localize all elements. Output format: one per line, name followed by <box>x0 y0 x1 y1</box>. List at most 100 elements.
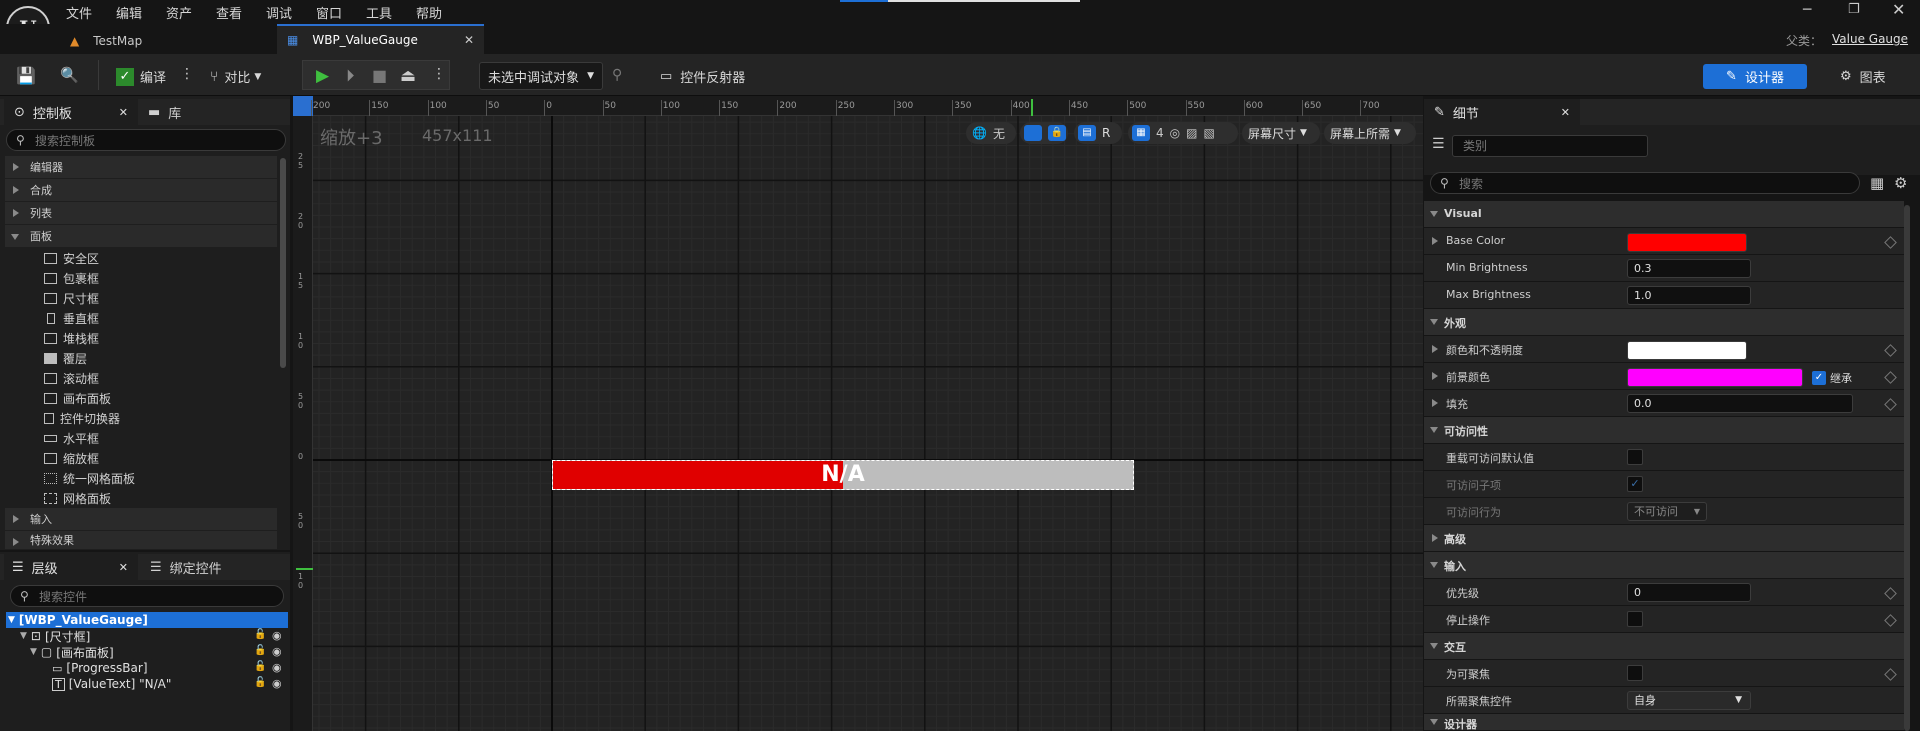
details-search-input[interactable]: ⚲ 搜索 <box>1430 172 1860 194</box>
menu-window[interactable]: 窗口 <box>316 3 342 22</box>
stop-icon[interactable]: ■ <box>372 66 387 85</box>
lock-icon[interactable]: 🔒 <box>1048 125 1066 141</box>
designer-viewport[interactable] <box>293 96 1423 731</box>
minimize-icon[interactable]: ─ <box>1803 2 1811 18</box>
palette-category[interactable]: 编辑器 <box>5 156 277 178</box>
lock-icon[interactable]: 🔓 <box>254 629 266 640</box>
grid-icon[interactable]: ▦ <box>1132 125 1150 141</box>
snap-toggle-icon[interactable] <box>1024 125 1042 141</box>
section-appearance[interactable]: 外观 <box>1424 309 1904 336</box>
palette-item[interactable]: 水平框 <box>44 428 99 448</box>
palette-item[interactable]: 网格面板 <box>44 488 111 508</box>
palette-item[interactable]: 画布面板 <box>44 388 111 408</box>
tab-details[interactable]: ✎ 细节 ✕ <box>1424 99 1580 125</box>
tab-palette[interactable]: ⊙ 控制板 ✕ <box>4 99 138 125</box>
parent-class-link[interactable]: Value Gauge <box>1832 32 1908 46</box>
palette-item[interactable]: 安全区 <box>44 248 99 268</box>
menu-asset[interactable]: 资产 <box>166 3 192 22</box>
close-window-icon[interactable]: ✕ <box>1892 0 1905 19</box>
gear-icon[interactable]: ⚙ <box>1894 174 1907 192</box>
close-tab-icon[interactable]: ✕ <box>119 106 128 119</box>
designer-button[interactable]: ✎ 设计器 <box>1703 64 1807 89</box>
save-icon[interactable]: 💾 <box>16 66 36 85</box>
world-toggle[interactable]: 🌐 无 <box>966 122 1016 144</box>
override-accessible-checkbox[interactable] <box>1627 449 1643 465</box>
palette-category[interactable]: 列表 <box>5 202 277 224</box>
grid-size-value[interactable]: 4 <box>1156 126 1164 140</box>
play-icon[interactable]: ▶ <box>316 66 329 86</box>
hierarchy-row-sizebox[interactable]: ▼ ⊡ [尺寸框] <box>20 628 90 644</box>
diff-button[interactable]: ⑂ 对比 ▼ <box>210 67 261 87</box>
lock-icon[interactable]: 🔓 <box>254 677 266 688</box>
palette-category[interactable]: 特殊效果 <box>5 531 277 549</box>
value-text[interactable]: N/A <box>553 462 1133 487</box>
tab-bind-widgets[interactable]: ☰ 绑定控件 <box>150 554 222 580</box>
play-options-icon[interactable]: ⋮ <box>432 66 446 82</box>
menu-edit[interactable]: 编辑 <box>116 3 142 22</box>
foreground-color-swatch[interactable] <box>1627 368 1803 387</box>
step-icon[interactable]: ⏵ <box>346 66 355 86</box>
debug-filter-icon[interactable]: ⚲ <box>612 67 622 83</box>
section-input[interactable]: 输入 <box>1424 552 1904 579</box>
palette-item[interactable]: 缩放框 <box>44 448 99 468</box>
hierarchy-row-progressbar[interactable]: ▭ [ProgressBar] <box>52 660 148 676</box>
palette-item[interactable]: 尺寸框 <box>44 288 99 308</box>
eye-icon[interactable]: ◉ <box>272 677 282 690</box>
image-icon[interactable]: ▨ <box>1186 126 1197 140</box>
eye-icon[interactable]: ◉ <box>272 645 282 658</box>
category-input[interactable]: 类别 <box>1452 135 1648 157</box>
progress-bar-widget[interactable]: N/A <box>552 460 1134 490</box>
stop-action-checkbox[interactable] <box>1627 611 1643 627</box>
target-icon[interactable]: ◎ <box>1170 126 1180 140</box>
tab-library[interactable]: ▬ 库 <box>148 99 181 125</box>
hierarchy-row-root[interactable]: ▼ [WBP_ValueGauge] <box>8 612 148 628</box>
palette-item[interactable]: 垂直框 <box>44 308 99 328</box>
close-tab-icon[interactable]: ✕ <box>464 33 474 47</box>
palette-category[interactable]: 合成 <box>5 179 277 201</box>
lock-icon[interactable]: 🔓 <box>254 645 266 656</box>
accessible-behavior-select[interactable]: 不可访问 ▼ <box>1627 502 1707 521</box>
menu-view[interactable]: 查看 <box>216 3 242 22</box>
padding-input[interactable]: 0.0 <box>1627 394 1853 413</box>
details-scrollbar[interactable] <box>1904 205 1910 731</box>
layout-icon[interactable]: ▤ <box>1078 125 1096 141</box>
palette-scrollbar[interactable] <box>280 158 286 368</box>
menu-file[interactable]: 文件 <box>66 3 92 22</box>
restore-icon[interactable]: ❐ <box>1848 2 1860 17</box>
palette-category[interactable]: 输入 <box>5 508 277 530</box>
priority-input[interactable]: 0 <box>1627 583 1751 602</box>
r-toggle[interactable]: R <box>1102 126 1110 140</box>
eject-icon[interactable]: ⏏ <box>400 66 416 86</box>
widget-reflector-button[interactable]: ▭ 控件反射器 <box>660 67 745 86</box>
menu-debug[interactable]: 调试 <box>266 3 292 22</box>
palette-item[interactable]: 控件切换器 <box>44 408 120 428</box>
min-brightness-input[interactable]: 0.3 <box>1627 259 1751 278</box>
close-tab-icon[interactable]: ✕ <box>1561 106 1570 119</box>
max-brightness-input[interactable]: 1.0 <box>1627 286 1751 305</box>
focus-widget-select[interactable]: 自身 ▼ <box>1627 691 1751 710</box>
section-advanced[interactable]: 高级 <box>1424 525 1904 552</box>
eye-icon[interactable]: ◉ <box>272 661 282 674</box>
lock-icon[interactable]: 🔓 <box>254 661 266 672</box>
debug-target-select[interactable]: 未选中调试对象 ▼ <box>479 62 603 90</box>
section-visual[interactable]: Visual <box>1424 201 1904 228</box>
color-opacity-swatch[interactable] <box>1627 341 1747 360</box>
palette-category[interactable]: 面板 <box>5 225 277 247</box>
compile-button[interactable]: ✓ 编译 <box>116 67 166 86</box>
hierarchy-row-valuetext[interactable]: T [ValueText] "N/A" <box>52 676 171 692</box>
hierarchy-search-input[interactable]: ⚲ 搜索控件 <box>10 585 284 607</box>
table-view-icon[interactable]: ▦ <box>1870 174 1884 192</box>
palette-item[interactable]: 包裹框 <box>44 268 99 288</box>
focusable-checkbox[interactable] <box>1627 665 1643 681</box>
section-interaction[interactable]: 交互 <box>1424 633 1904 660</box>
section-accessibility[interactable]: 可访问性 <box>1424 417 1904 444</box>
close-tab-icon[interactable]: ✕ <box>119 561 128 574</box>
eye-icon[interactable]: ◉ <box>272 629 282 642</box>
base-color-swatch[interactable] <box>1627 233 1747 252</box>
palette-item[interactable]: 滚动框 <box>44 368 99 388</box>
fill-screen-dropdown[interactable]: 屏幕上所需 ▼ <box>1324 122 1416 144</box>
palette-search-input[interactable]: ⚲ 搜索控制板 <box>6 129 286 151</box>
menu-tools[interactable]: 工具 <box>366 3 392 22</box>
browse-icon[interactable]: 🔍 <box>60 66 79 84</box>
compile-options-icon[interactable]: ⋮ <box>180 66 194 82</box>
